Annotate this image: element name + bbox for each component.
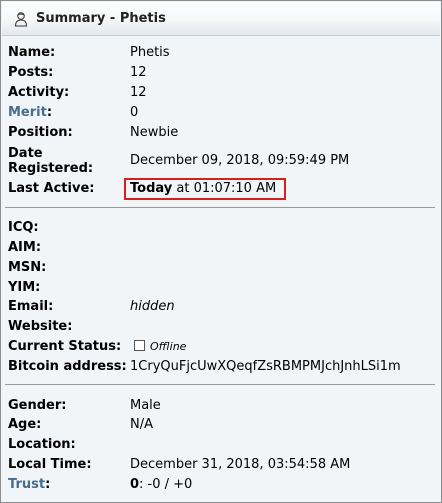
gender-value: Male: [130, 398, 161, 413]
user-icon: [14, 12, 28, 27]
date-registered-label: Date Registered:: [8, 146, 93, 176]
trust-breakdown: : -0 / +0: [139, 477, 193, 492]
trust-value: 0: -0 / +0: [130, 476, 192, 494]
icq-label: ICQ:: [8, 220, 39, 235]
activity-value: 12: [130, 85, 147, 100]
merit-value: 0: [130, 105, 139, 120]
email-value: hidden: [130, 299, 175, 314]
activity-label: Activity:: [8, 85, 70, 100]
divider: [5, 384, 435, 385]
date-registered-label-line1: Date: [8, 146, 43, 161]
position-label: Position:: [8, 125, 73, 140]
email-label: Email:: [8, 299, 54, 314]
location-label: Location:: [8, 437, 76, 452]
name-value: Phetis: [130, 45, 170, 60]
trust-score: 0: [130, 477, 140, 492]
merit-colon: :: [46, 105, 53, 120]
profile-summary-panel: Summary - Phetis Name: Phetis Posts: 12 …: [0, 0, 442, 503]
trust-label-wrap: Trust:: [8, 476, 50, 494]
merit-link[interactable]: Merit: [8, 105, 47, 120]
bitcoin-label: Bitcoin address:: [8, 359, 127, 374]
trust-colon: :: [45, 477, 51, 492]
date-registered-value: December 09, 2018, 09:59:49 PM: [130, 153, 350, 168]
msn-label: MSN:: [8, 260, 47, 275]
website-label: Website:: [8, 319, 73, 334]
gender-label: Gender:: [8, 398, 67, 413]
position-value: Newbie: [130, 125, 179, 140]
status-label: Current Status:: [8, 339, 122, 354]
yim-label: YIM:: [8, 280, 41, 295]
status-value-wrap: Offline: [134, 338, 186, 356]
last-active-highlight-box: [124, 178, 286, 200]
divider: [5, 207, 435, 208]
name-label: Name:: [8, 45, 56, 60]
localtime-value: December 31, 2018, 03:54:58 AM: [130, 457, 351, 472]
bitcoin-value: 1CryQuFjcUwXQeqfZsRBMPMJchJnhLSi1m: [130, 359, 401, 374]
posts-label: Posts:: [8, 65, 54, 80]
status-value: Offline: [150, 340, 187, 353]
localtime-label: Local Time:: [8, 457, 92, 472]
posts-value: 12: [130, 65, 147, 80]
trust-link[interactable]: Trust: [8, 477, 45, 492]
date-registered-label-line2: Registered:: [8, 161, 94, 176]
age-label: Age:: [8, 417, 42, 432]
age-value: N/A: [130, 417, 153, 432]
page-title: Summary - Phetis: [36, 11, 166, 26]
offline-checkbox-icon: [134, 340, 145, 351]
title-bar: Summary - Phetis: [2, 2, 440, 36]
last-active-label: Last Active:: [8, 181, 95, 196]
merit-label-wrap: Merit:: [8, 104, 52, 122]
aim-label: AIM:: [8, 240, 42, 255]
